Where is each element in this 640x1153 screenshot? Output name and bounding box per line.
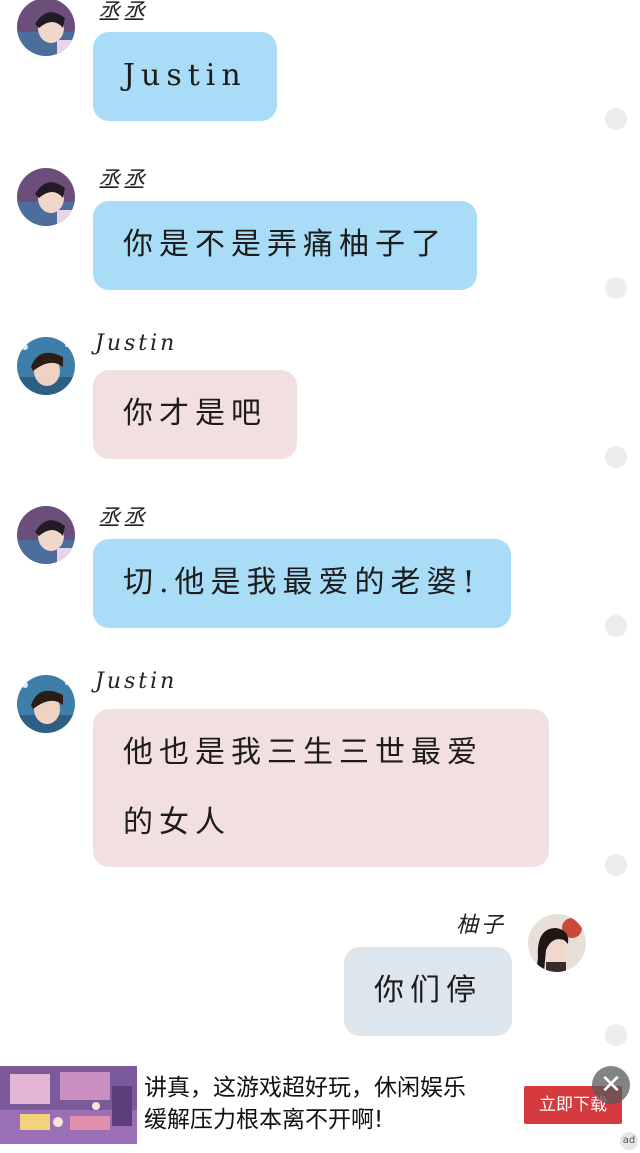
avatar-chengcheng-icon[interactable] (17, 506, 75, 564)
ad-mark-icon: ad (620, 1132, 638, 1150)
status-dot-icon (605, 1024, 627, 1046)
message-bubble[interactable]: 你才是吧 (93, 370, 297, 459)
avatar-justin-icon[interactable] (17, 337, 75, 395)
message-bubble[interactable]: 切.他是我最爱的老婆! (93, 539, 511, 628)
message-bubble[interactable]: 你是不是弄痛柚子了 (93, 201, 477, 290)
avatar-chengcheng-icon[interactable] (17, 168, 75, 226)
status-dot-icon (605, 446, 627, 468)
ad-text[interactable]: 讲真，这游戏超好玩，休闲娱乐 缓解压力根本离不开啊! (144, 1072, 504, 1136)
status-dot-icon (605, 615, 627, 637)
ad-banner[interactable]: 讲真，这游戏超好玩，休闲娱乐 缓解压力根本离不开啊! 立即下载 ✕ ad (0, 1062, 640, 1153)
avatar-justin-icon[interactable] (17, 675, 75, 733)
message-bubble[interactable]: 他也是我三生三世最爱 的女人 (93, 709, 549, 867)
message-bubble[interactable]: Justin (93, 32, 277, 121)
message-line: 他也是我三生三世最爱 (123, 735, 483, 770)
ad-line: 讲真，这游戏超好玩，休闲娱乐 (144, 1075, 466, 1101)
message-line: 的女人 (123, 805, 231, 840)
sender-name: 丞丞 (98, 506, 149, 531)
ad-line: 缓解压力根本离不开啊! (144, 1107, 384, 1133)
message-bubble[interactable]: 你们停 (344, 947, 512, 1036)
ad-thumbnail[interactable] (0, 1066, 137, 1144)
status-dot-icon (605, 277, 627, 299)
chat-area: 丞丞 Justin 丞丞 你是不是弄痛柚子了 Justin 你才是吧 丞丞 切.… (0, 0, 640, 1060)
sender-name: 柚子 (456, 913, 507, 938)
avatar-youzi-icon[interactable] (528, 914, 586, 972)
sender-name: Justin (95, 331, 178, 356)
status-dot-icon (605, 108, 627, 130)
avatar-chengcheng-icon[interactable] (17, 0, 75, 56)
sender-name: 丞丞 (98, 0, 149, 25)
sender-name: Justin (95, 669, 178, 694)
close-icon[interactable]: ✕ (592, 1066, 630, 1104)
status-dot-icon (605, 854, 627, 876)
sender-name: 丞丞 (98, 168, 149, 193)
